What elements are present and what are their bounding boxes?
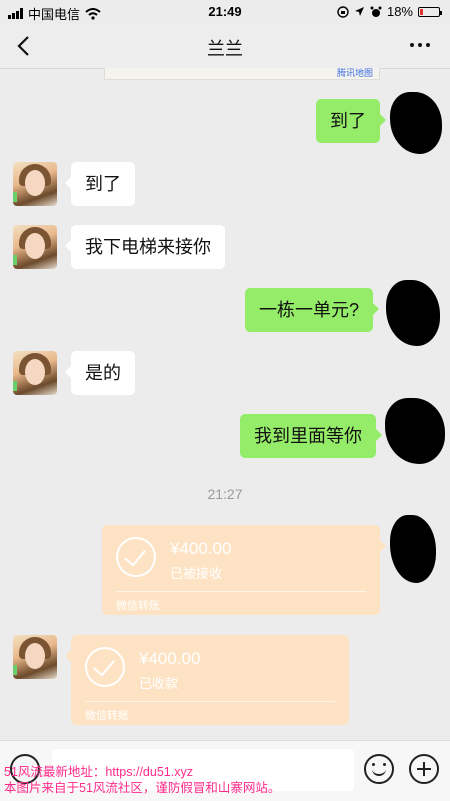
- contact-avatar[interactable]: [13, 351, 57, 395]
- location-map-card[interactable]: 腾讯地图: [104, 68, 380, 80]
- message-bubble-incoming[interactable]: 到了: [65, 162, 135, 206]
- contact-avatar[interactable]: [13, 225, 57, 269]
- chat-header: 兰兰: [0, 24, 450, 69]
- contact-avatar[interactable]: [13, 635, 57, 679]
- transfer-card-incoming[interactable]: ¥400.00 已收款 微信转账: [65, 635, 349, 725]
- location-icon: [354, 7, 364, 16]
- check-circle-icon: [116, 537, 156, 577]
- lock-rotation-icon: [337, 5, 349, 18]
- watermark-line-2: 本图片来自于51风流社区，谨防假冒和山寨网站。: [4, 781, 281, 795]
- check-circle-icon: [85, 647, 125, 687]
- emoji-icon[interactable]: [364, 754, 394, 784]
- watermark-text: 51风流最新地址：https://du51.xyz 本图片来自于51风流社区，谨…: [4, 764, 280, 796]
- transfer-card-outgoing[interactable]: ¥400.00 已被接收 微信转账: [102, 525, 386, 615]
- battery-percent: 18%: [386, 4, 413, 19]
- message-bubble-outgoing[interactable]: 我到里面等你: [240, 414, 382, 458]
- message-bubble-outgoing[interactable]: 到了: [316, 99, 386, 143]
- more-options-icon[interactable]: [410, 43, 430, 47]
- transfer-amount: ¥400.00: [139, 649, 201, 668]
- watermark-line-1: 51风流最新地址：https://du51.xyz: [4, 765, 193, 779]
- redacted-avatar: [390, 515, 436, 583]
- map-provider-label: 腾讯地图: [336, 68, 373, 78]
- message-bubble-outgoing[interactable]: 一栋一单元?: [245, 288, 380, 332]
- status-bar: 中国电信 21:49 18%: [0, 0, 450, 24]
- chat-timestamp: 21:27: [207, 486, 243, 502]
- redacted-avatar: [385, 398, 445, 464]
- transfer-divider: [116, 591, 366, 592]
- transfer-status: 已被接收: [170, 566, 223, 581]
- battery-level-fill: [420, 8, 423, 15]
- transfer-footer: 微信转账: [85, 710, 129, 722]
- redacted-avatar: [386, 280, 440, 346]
- transfer-footer: 微信转账: [116, 600, 160, 612]
- message-bubble-incoming[interactable]: 我下电梯来接你: [65, 225, 225, 269]
- message-bubble-incoming[interactable]: 是的: [65, 351, 135, 395]
- transfer-amount: ¥400.00: [170, 539, 232, 558]
- redacted-avatar: [390, 92, 442, 154]
- transfer-status: 已收款: [139, 676, 179, 691]
- chat-title: 兰兰: [207, 39, 243, 59]
- alarm-icon: [370, 6, 382, 17]
- battery-icon: [418, 6, 442, 17]
- add-more-icon[interactable]: [409, 754, 439, 784]
- contact-avatar[interactable]: [13, 162, 57, 206]
- transfer-divider: [85, 701, 335, 702]
